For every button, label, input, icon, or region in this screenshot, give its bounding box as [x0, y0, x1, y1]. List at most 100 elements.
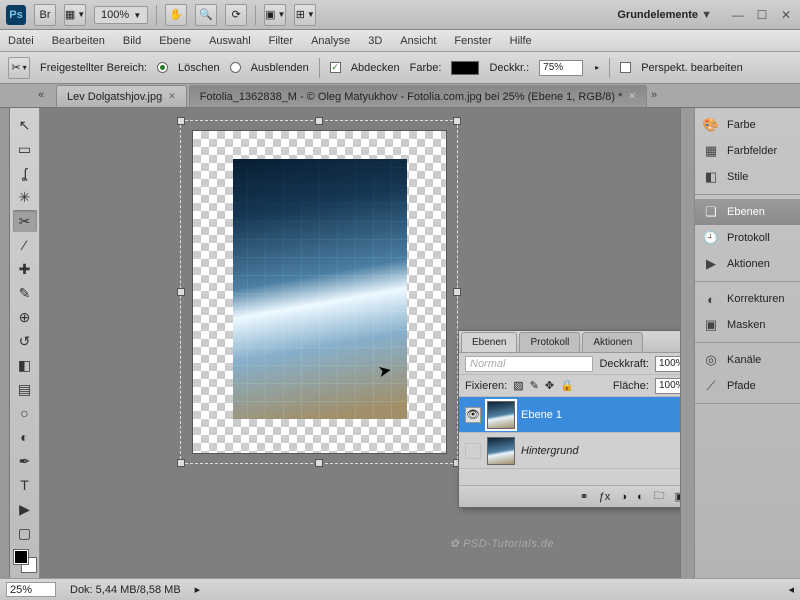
path-select-tool-icon[interactable]: ▶	[13, 498, 37, 520]
tab-aktionen[interactable]: Aktionen	[582, 332, 643, 352]
panel-protokoll[interactable]: 🕘Protokoll	[695, 225, 800, 251]
crop-handle-sw[interactable]	[177, 459, 185, 467]
panel-ebenen[interactable]: ❏Ebenen	[695, 199, 800, 225]
color-wells[interactable]	[14, 550, 36, 572]
arrange-docs-button[interactable]: ▦▼	[64, 4, 86, 26]
new-layer-icon[interactable]: ▣	[675, 490, 680, 503]
crop-tool-preset-icon[interactable]: ✂▾	[8, 57, 30, 79]
collapsed-dock-strip[interactable]	[680, 108, 694, 578]
document-tab-1[interactable]: Lev Dolgatshjov.jpg✕	[56, 85, 187, 107]
crop-handle-ne[interactable]	[453, 117, 461, 125]
rotate-view-icon[interactable]: ⟳	[225, 4, 247, 26]
layer-style-icon[interactable]: ƒx	[599, 491, 611, 503]
menu-bild[interactable]: Bild	[123, 35, 141, 47]
menu-fenster[interactable]: Fenster	[454, 35, 491, 47]
lock-position-icon[interactable]: ✥	[545, 379, 554, 392]
visibility-toggle-icon[interactable]: 👁	[465, 407, 481, 423]
panel-aktionen[interactable]: ▶Aktionen	[695, 251, 800, 277]
type-tool-icon[interactable]: T	[13, 474, 37, 496]
move-tool-icon[interactable]: ↖	[13, 114, 37, 136]
checkbox-shield[interactable]	[330, 62, 341, 73]
lasso-tool-icon[interactable]: ʆ	[13, 162, 37, 184]
history-brush-tool-icon[interactable]: ↺	[13, 330, 37, 352]
layer-mask-icon[interactable]: ◑	[620, 491, 627, 503]
new-group-icon[interactable]: 🗀	[654, 487, 665, 506]
panel-pfade[interactable]: ⟋Pfade	[695, 373, 800, 399]
menu-bearbeiten[interactable]: Bearbeiten	[52, 35, 105, 47]
layer-thumbnail[interactable]	[487, 437, 515, 465]
close-tab-icon[interactable]: ✕	[168, 91, 176, 102]
lock-pixels-icon[interactable]: ✎	[530, 379, 539, 392]
layers-panel[interactable]: Ebenen Protokoll Aktionen ▸▸ ≡ Normal De…	[458, 330, 680, 508]
close-tab-icon[interactable]: ✕	[628, 91, 636, 102]
radio-delete[interactable]	[157, 62, 168, 73]
scroll-left-icon[interactable]: ◂	[788, 583, 794, 596]
crop-marquee[interactable]	[180, 120, 458, 464]
pen-tool-icon[interactable]: ✒	[13, 450, 37, 472]
shield-opacity-input[interactable]: 75%	[539, 60, 583, 76]
shape-tool-icon[interactable]: ▢	[13, 522, 37, 544]
checkbox-perspective[interactable]	[620, 62, 631, 73]
layer-row-ebene1[interactable]: 👁 Ebene 1	[459, 397, 680, 433]
zoom-tool-icon[interactable]: 🔍	[195, 4, 217, 26]
panel-farbe[interactable]: 🎨Farbe	[695, 112, 800, 138]
adjustment-layer-icon[interactable]: ◐	[637, 491, 644, 503]
crop-handle-s[interactable]	[315, 459, 323, 467]
crop-handle-nw[interactable]	[177, 117, 185, 125]
menu-hilfe[interactable]: Hilfe	[510, 35, 532, 47]
tabs-scroll-right-icon[interactable]: »	[651, 89, 665, 103]
canvas-area[interactable]: ➤ Ebenen Protokoll Aktionen ▸▸ ≡ Normal …	[40, 108, 680, 578]
statusbar-menu-icon[interactable]: ▸	[195, 583, 201, 596]
menu-ebene[interactable]: Ebene	[159, 35, 191, 47]
healing-tool-icon[interactable]: ✚	[13, 258, 37, 280]
workspace-switcher[interactable]: Grundelemente ▼	[607, 5, 722, 25]
gradient-tool-icon[interactable]: ▤	[13, 378, 37, 400]
crop-handle-e[interactable]	[453, 288, 461, 296]
menu-ansicht[interactable]: Ansicht	[400, 35, 436, 47]
marquee-tool-icon[interactable]: ▭	[13, 138, 37, 160]
shield-color-swatch[interactable]	[451, 61, 479, 75]
layer-opacity-input[interactable]: 100%	[655, 356, 680, 372]
blend-mode-select[interactable]: Normal	[465, 356, 593, 372]
brush-tool-icon[interactable]: ✎	[13, 282, 37, 304]
menu-datei[interactable]: Datei	[8, 35, 34, 47]
document-tab-2[interactable]: Fotolia_1362838_M - © Oleg Matyukhov - F…	[189, 85, 647, 107]
lock-transparency-icon[interactable]: ▧	[513, 379, 523, 392]
eraser-tool-icon[interactable]: ◧	[13, 354, 37, 376]
layer-name[interactable]: Ebene 1	[521, 409, 680, 421]
panel-masken[interactable]: ▣Masken	[695, 312, 800, 338]
link-layers-icon[interactable]: ⚭	[579, 490, 588, 503]
zoom-display[interactable]: 100% ▼	[94, 6, 148, 24]
layer-row-hintergrund[interactable]: Hintergrund 🔒	[459, 433, 680, 469]
panel-stile[interactable]: ◧Stile	[695, 164, 800, 190]
panel-farbfelder[interactable]: ▦Farbfelder	[695, 138, 800, 164]
layer-name[interactable]: Hintergrund	[521, 445, 680, 457]
menu-analyse[interactable]: Analyse	[311, 35, 350, 47]
minimize-icon[interactable]: —	[730, 8, 746, 22]
panel-korrekturen[interactable]: ◐Korrekturen	[695, 286, 800, 312]
lock-all-icon[interactable]: 🔒	[560, 379, 574, 392]
maximize-icon[interactable]: ☐	[754, 8, 770, 22]
tab-protokoll[interactable]: Protokoll	[519, 332, 580, 352]
eyedropper-tool-icon[interactable]: ⁄	[13, 234, 37, 256]
crop-handle-n[interactable]	[315, 117, 323, 125]
tabs-scroll-left-icon[interactable]: «	[38, 89, 52, 103]
hand-tool-icon[interactable]: ✋	[165, 4, 187, 26]
view-extras-button[interactable]: ⊞▼	[294, 4, 316, 26]
screen-mode-button[interactable]: ▣▼	[264, 4, 286, 26]
zoom-input[interactable]: 25%	[6, 582, 56, 597]
layer-thumbnail[interactable]	[487, 401, 515, 429]
crop-handle-w[interactable]	[177, 288, 185, 296]
wand-tool-icon[interactable]: ✳	[13, 186, 37, 208]
tab-ebenen[interactable]: Ebenen	[461, 332, 517, 352]
close-icon[interactable]: ✕	[778, 8, 794, 22]
menu-auswahl[interactable]: Auswahl	[209, 35, 251, 47]
stamp-tool-icon[interactable]: ⊕	[13, 306, 37, 328]
panel-kanaele[interactable]: ◎Kanäle	[695, 347, 800, 373]
visibility-toggle-icon[interactable]	[465, 443, 481, 459]
bridge-button[interactable]: Br	[34, 4, 56, 26]
menu-3d[interactable]: 3D	[368, 35, 382, 47]
dodge-tool-icon[interactable]: ◐	[13, 426, 37, 448]
menu-filter[interactable]: Filter	[269, 35, 293, 47]
layer-fill-input[interactable]: 100%	[655, 378, 680, 394]
